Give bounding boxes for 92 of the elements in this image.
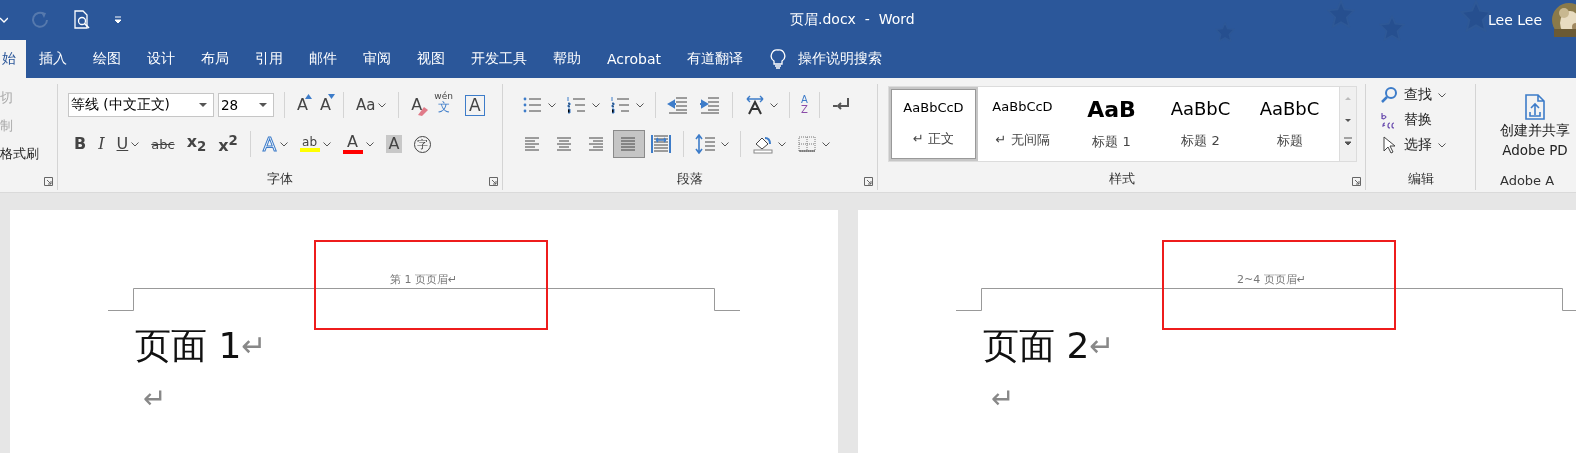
ribbon-tab[interactable]: 设计 bbox=[134, 40, 188, 78]
dialog-launcher-icon[interactable] bbox=[44, 177, 53, 186]
bullets-icon bbox=[522, 95, 544, 115]
ribbon-tab[interactable]: 布局 bbox=[188, 40, 242, 78]
group-label: 样式 bbox=[1108, 171, 1135, 186]
print-preview-icon[interactable] bbox=[72, 10, 92, 30]
phonetic-guide-button[interactable]: wén 文 bbox=[428, 92, 459, 118]
dialog-launcher-icon[interactable] bbox=[864, 177, 873, 186]
change-case-button[interactable]: Aa bbox=[349, 92, 393, 118]
group-label: 字体 bbox=[267, 171, 293, 186]
ribbon-tab[interactable]: 引用 bbox=[242, 40, 296, 78]
caret-icon bbox=[548, 102, 556, 108]
down-triangle-icon bbox=[327, 94, 335, 99]
paragraph-mark: ↵ bbox=[143, 382, 167, 415]
find-button[interactable]: 查找 bbox=[1380, 84, 1469, 106]
ribbon-tab[interactable]: 绘图 bbox=[80, 40, 134, 78]
paragraph-mark: ↵ bbox=[1089, 327, 1115, 365]
heading-text: 页面 2 bbox=[983, 324, 1090, 368]
font-name-field[interactable]: 等线 (中文正文) bbox=[68, 93, 214, 117]
heading-text: 页面 1 bbox=[135, 324, 242, 368]
subscript-button[interactable]: x$_{2}$ bbox=[180, 131, 213, 157]
shrink-font-button[interactable]: A bbox=[313, 92, 337, 118]
customize-menu-icon[interactable] bbox=[114, 14, 122, 26]
group-label: Adobe A bbox=[1500, 173, 1555, 188]
borders-icon bbox=[796, 134, 818, 154]
select-button[interactable]: 选择 bbox=[1380, 134, 1469, 156]
outdent-icon bbox=[667, 95, 689, 115]
caret-icon bbox=[1438, 92, 1446, 98]
search-icon bbox=[1380, 86, 1398, 104]
clear-format-button[interactable]: A bbox=[405, 92, 429, 118]
up-triangle-icon bbox=[304, 94, 312, 99]
dialog-launcher-icon[interactable] bbox=[1352, 177, 1361, 186]
paragraph-mark: ↵ bbox=[991, 382, 1015, 415]
caret-icon bbox=[365, 141, 374, 147]
lightbulb-icon[interactable] bbox=[770, 49, 786, 69]
ribbon-tab[interactable]: 审阅 bbox=[350, 40, 404, 78]
caret-icon bbox=[721, 141, 729, 147]
caret-icon bbox=[770, 102, 778, 108]
ribbon-tab[interactable]: 开发工具 bbox=[458, 40, 540, 78]
grow-font-button[interactable]: A bbox=[291, 92, 314, 118]
italic-button[interactable]: I bbox=[92, 131, 111, 157]
indent-icon bbox=[699, 95, 721, 115]
enclose-character-button[interactable]: 字 bbox=[408, 131, 438, 157]
window-title: 页眉.docx - Word bbox=[790, 11, 915, 29]
tell-me-search[interactable]: 操作说明搜索 bbox=[798, 50, 882, 68]
ribbon-tab[interactable]: 邮件 bbox=[296, 40, 350, 78]
caret-icon bbox=[1438, 142, 1446, 148]
group-label: 编辑 bbox=[1407, 171, 1434, 186]
character-shading-button[interactable]: A bbox=[379, 131, 409, 157]
distribute-icon bbox=[650, 134, 672, 154]
sort-button[interactable]: A Z bbox=[796, 91, 813, 119]
caret-icon bbox=[636, 102, 644, 108]
share-document-icon bbox=[1524, 94, 1546, 120]
user-name[interactable]: Lee Lee bbox=[1488, 12, 1542, 28]
bold-button[interactable]: B bbox=[68, 131, 93, 157]
ribbon-tab[interactable]: 视图 bbox=[404, 40, 458, 78]
spacing-icon bbox=[695, 134, 717, 154]
caret-icon bbox=[322, 141, 331, 147]
caret-icon bbox=[131, 141, 140, 147]
ribbon-tab[interactable]: 帮助 bbox=[540, 40, 594, 78]
ribbon-tab[interactable]: Acrobat bbox=[594, 40, 674, 78]
paragraph-mark: ↵ bbox=[241, 327, 267, 365]
replace-button[interactable]: 替换 bbox=[1380, 109, 1469, 131]
style-item[interactable]: AaBbCcD ↵ 正文 bbox=[889, 87, 978, 161]
caret-icon bbox=[259, 102, 267, 108]
asian-icon bbox=[744, 95, 766, 115]
numbering-icon bbox=[566, 95, 588, 115]
create-pdf-button[interactable]: 创建并共享 Adobe PD bbox=[1484, 84, 1570, 158]
ribbon-tab[interactable]: 有道翻译 bbox=[674, 40, 756, 78]
dialog-launcher-icon[interactable] bbox=[489, 177, 498, 186]
caret-icon bbox=[199, 102, 207, 108]
caret-icon bbox=[822, 141, 830, 147]
ribbon-tab[interactable]: 插入 bbox=[26, 40, 80, 78]
caret-icon bbox=[378, 102, 387, 108]
font-size-field[interactable]: 28 bbox=[218, 93, 274, 117]
superscript-button[interactable]: x$^{2}$ bbox=[212, 131, 244, 157]
font-color-button[interactable]: A bbox=[336, 131, 380, 157]
ribbon-tab[interactable]: 始 bbox=[0, 40, 26, 78]
caret-icon bbox=[778, 141, 786, 147]
clipboard-command[interactable]: 格式刷 bbox=[0, 144, 57, 164]
caret-icon bbox=[279, 141, 288, 147]
group-label: 段落 bbox=[677, 171, 703, 186]
highlight-button[interactable]: ab bbox=[293, 131, 337, 157]
multilevel-icon bbox=[610, 95, 632, 115]
underline-button[interactable]: U bbox=[110, 131, 146, 157]
caret-icon bbox=[592, 102, 600, 108]
cursor-icon bbox=[1380, 136, 1398, 154]
shading-icon bbox=[752, 134, 774, 154]
header-text: 第 1 页页眉↵ bbox=[388, 272, 459, 288]
strikethrough-button[interactable]: abc bbox=[145, 131, 181, 157]
justify-button[interactable] bbox=[613, 130, 645, 158]
header-text: 2~4 页页眉↵ bbox=[1236, 272, 1307, 288]
